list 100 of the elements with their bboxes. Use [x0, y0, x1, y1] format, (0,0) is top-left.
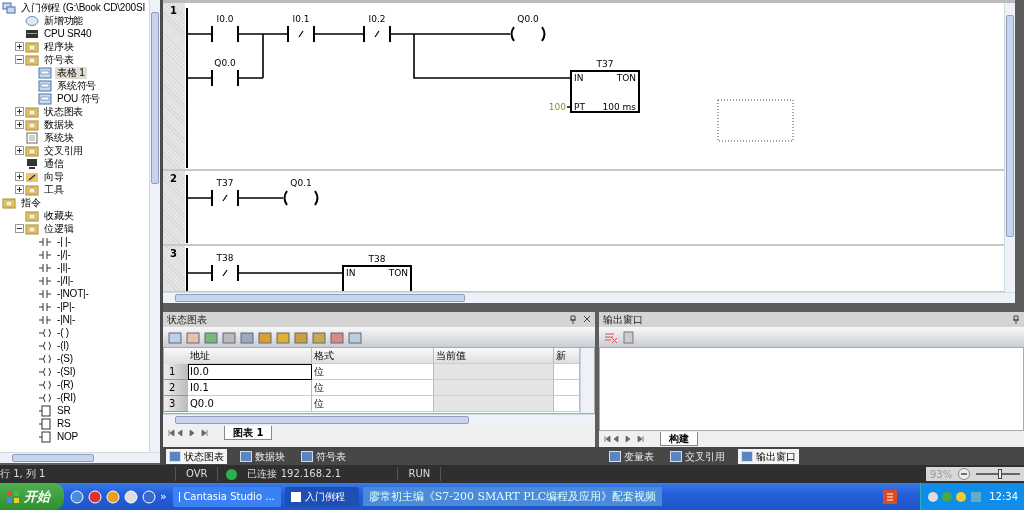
tree-item[interactable]: -(RI) [55, 391, 78, 404]
quick-launch-icon[interactable] [142, 489, 156, 504]
expand-icon[interactable] [15, 120, 24, 129]
app-icon[interactable] [882, 488, 899, 505]
tree-item[interactable]: 向导 [42, 170, 66, 183]
toolbar-icon[interactable] [186, 330, 200, 344]
vertical-scrollbar[interactable] [1004, 3, 1015, 292]
preset-value[interactable]: 100 [548, 102, 566, 112]
horizontal-scrollbar[interactable] [163, 414, 595, 425]
table-cell[interactable]: I0.1 [188, 380, 312, 396]
vertical-scrollbar[interactable] [149, 0, 160, 452]
horizontal-scrollbar[interactable] [163, 292, 1015, 303]
quick-launch-icon[interactable] [88, 489, 102, 504]
tree-item[interactable]: -|/I|- [55, 274, 76, 287]
timer-box[interactable] [570, 70, 640, 113]
column-header[interactable]: 格式 [312, 348, 434, 364]
tree-item[interactable]: 程序块 [42, 40, 76, 53]
tree-item[interactable]: POU 符号 [55, 92, 103, 105]
contact-symbol[interactable] [363, 25, 391, 43]
tree-item[interactable]: 数据块 [42, 118, 76, 131]
tree-item[interactable]: -|/|- [55, 248, 73, 261]
toolbar-icon[interactable] [258, 330, 272, 344]
horizontal-scrollbar[interactable] [0, 452, 160, 463]
tree-item[interactable]: RS [55, 417, 73, 430]
expand-icon[interactable] [15, 172, 24, 181]
tree-item[interactable]: 表格 1 [55, 66, 87, 79]
toolbar-icon[interactable] [240, 330, 254, 344]
tree-item[interactable]: 收藏夹 [42, 209, 76, 222]
pin-icon[interactable] [1012, 315, 1020, 324]
tree-item[interactable]: -(I) [55, 339, 71, 352]
tree-item[interactable]: CPU SR40 [42, 27, 94, 40]
tree-item[interactable]: 入门例程 (G:\Book CD\200SI [19, 1, 147, 14]
tree-item[interactable]: -|N|- [55, 313, 78, 326]
contact-symbol[interactable] [287, 25, 315, 43]
collapse-icon[interactable] [15, 224, 24, 233]
expand-icon[interactable] [15, 107, 24, 116]
table-cell[interactable] [434, 364, 554, 380]
contact-symbol[interactable] [211, 69, 239, 87]
zoom-out-button[interactable] [958, 468, 971, 480]
toolbar-icon[interactable] [348, 330, 362, 344]
table-cell[interactable]: Q0.0 [188, 396, 312, 412]
tree-item[interactable]: 工具 [42, 183, 66, 196]
table-cell[interactable] [434, 380, 554, 396]
panel-tab[interactable]: 交叉引用 [667, 448, 728, 464]
zoom-slider-thumb[interactable] [998, 469, 1003, 479]
collapse-icon[interactable] [15, 55, 24, 64]
tree-item[interactable]: 符号表 [42, 53, 76, 66]
panel-tab[interactable]: 输出窗口 [738, 448, 799, 464]
tree-item[interactable]: -( ) [55, 326, 71, 339]
toolbar-icon[interactable] [222, 330, 236, 344]
tree-item[interactable]: 交叉引用 [42, 144, 86, 157]
sheet-tab[interactable]: 构建 [660, 432, 698, 446]
pin-icon[interactable] [569, 315, 577, 324]
tree-item[interactable]: 位逻辑 [42, 222, 76, 235]
tree-item[interactable]: 系统符号 [55, 79, 99, 92]
tree-item[interactable]: -|I|- [55, 261, 73, 274]
toolbar-icon[interactable] [312, 330, 326, 344]
tree-item[interactable]: -| |- [55, 235, 73, 248]
coil-symbol[interactable] [283, 190, 319, 206]
toolbar-icon[interactable] [168, 330, 182, 344]
tree-item[interactable]: 通信 [42, 157, 66, 170]
tree-item[interactable]: -(SI) [55, 365, 78, 378]
panel-tab[interactable]: 变量表 [606, 448, 657, 464]
more-icon[interactable]: » [160, 490, 167, 503]
table-cell[interactable]: 位 [312, 396, 434, 412]
expand-icon[interactable] [15, 42, 24, 51]
tree-item[interactable]: -|P|- [55, 300, 77, 313]
taskbar-button[interactable]: 入门例程 [284, 486, 359, 507]
coil-symbol[interactable] [510, 26, 546, 42]
tray-icons[interactable] [927, 489, 984, 504]
column-header[interactable]: 地址 [188, 348, 312, 364]
expand-icon[interactable] [15, 185, 24, 194]
expand-icon[interactable] [15, 146, 24, 155]
tree-item[interactable]: -(S) [55, 352, 75, 365]
contact-symbol[interactable] [211, 264, 239, 282]
contact-symbol[interactable] [211, 189, 239, 207]
tree-item[interactable]: 新增功能 [42, 14, 86, 27]
taskbar-button[interactable]: Cantasia Studio ... [172, 486, 281, 507]
contact-symbol[interactable] [211, 25, 239, 43]
panel-tab[interactable]: 符号表 [298, 448, 349, 464]
tree-item[interactable]: -(R) [55, 378, 76, 391]
toolbar-icon[interactable] [330, 330, 344, 344]
sheet-tab[interactable]: 图表 1 [224, 426, 273, 440]
toolbar-icon[interactable] [204, 330, 218, 344]
tree-item[interactable]: 指令 [19, 196, 43, 209]
table-cell[interactable]: I0.0 [188, 364, 312, 380]
quick-launch-icon[interactable] [106, 489, 120, 504]
quick-launch-icon[interactable] [70, 489, 84, 504]
close-icon[interactable] [583, 315, 591, 323]
quick-launch-icon[interactable] [124, 489, 138, 504]
panel-tab[interactable]: 状态图表 [166, 448, 227, 464]
toolbar-icon[interactable] [294, 330, 308, 344]
vertical-scrollbar[interactable] [580, 348, 594, 413]
tree-item[interactable]: NOP [55, 430, 81, 443]
tree-item[interactable]: -|NOT|- [55, 287, 91, 300]
tree-item[interactable]: 系统块 [42, 131, 76, 144]
table-cell[interactable] [434, 396, 554, 412]
clear-icon[interactable] [604, 330, 618, 344]
tree-item[interactable]: SR [55, 404, 73, 417]
toolbar-icon[interactable] [276, 330, 290, 344]
